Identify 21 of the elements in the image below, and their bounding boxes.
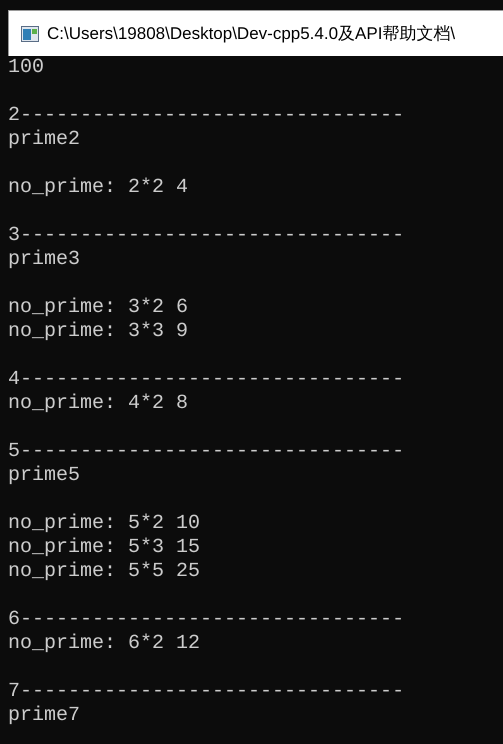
console-line: no_prime: 3*2 6 bbox=[8, 296, 190, 320]
console-line: no_prime: 5*5 25 bbox=[8, 560, 202, 584]
console-line: 5-------------------------------- bbox=[8, 440, 406, 464]
console-line: prime7 bbox=[8, 704, 82, 728]
console-line: no_prime: 5*3 15 bbox=[8, 536, 202, 560]
console-line: prime2 bbox=[8, 128, 82, 152]
window-title: C:\Users\19808\Desktop\Dev-cpp5.4.0及API帮助文档\ bbox=[47, 22, 456, 45]
console-line: no_prime: 3*3 9 bbox=[8, 320, 190, 344]
console-line: no_prime: 2*2 4 bbox=[8, 176, 190, 200]
console-window-icon bbox=[21, 26, 39, 42]
console-line: 2-------------------------------- bbox=[8, 104, 406, 128]
console-line: no_prime: 6*2 12 bbox=[8, 632, 202, 656]
console-line: 6-------------------------------- bbox=[8, 608, 406, 632]
console-line: 100 bbox=[8, 56, 46, 80]
console-line: no_prime: 4*2 8 bbox=[8, 392, 190, 416]
console-line: prime3 bbox=[8, 248, 82, 272]
console-line: 3-------------------------------- bbox=[8, 224, 406, 248]
console-line: no_prime: 5*2 10 bbox=[8, 512, 202, 536]
console-line: prime5 bbox=[8, 464, 82, 488]
console-line: 4-------------------------------- bbox=[8, 368, 406, 392]
console-line: 7-------------------------------- bbox=[8, 680, 406, 704]
